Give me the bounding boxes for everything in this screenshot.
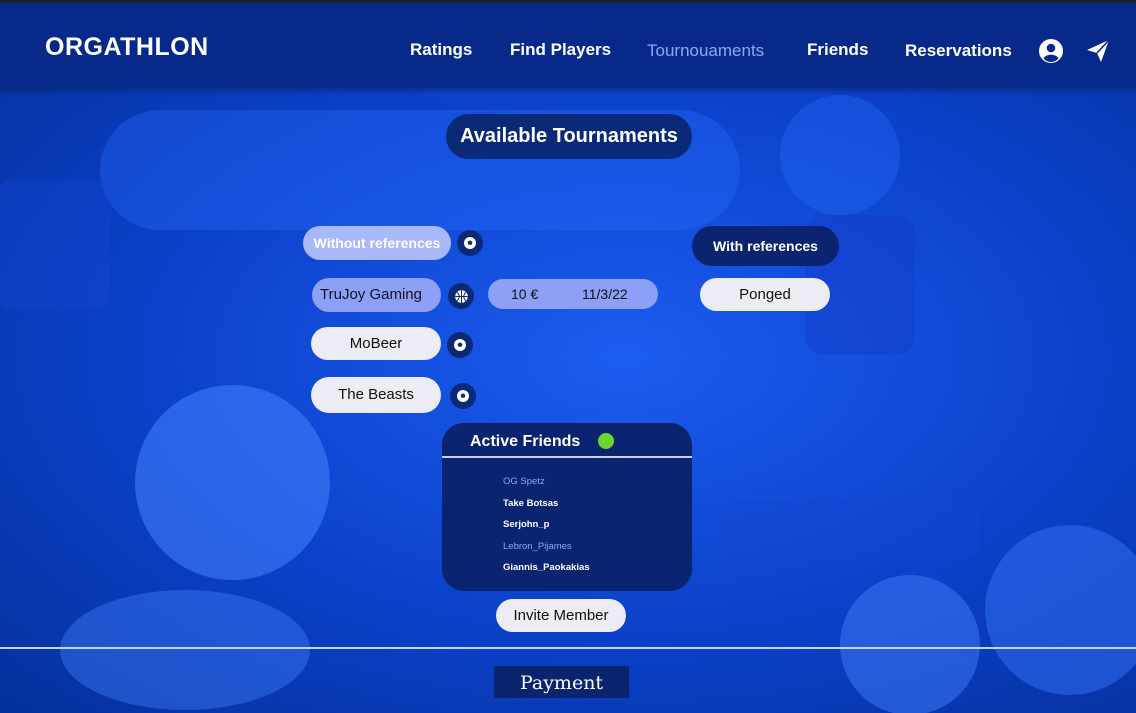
- friend-item[interactable]: Serjohn_p: [503, 519, 549, 530]
- without-references-filter[interactable]: Without references: [303, 226, 451, 260]
- tournament-date: 11/3/22: [582, 286, 628, 302]
- selected-tournament-info: 10 € 11/3/22: [488, 279, 658, 309]
- page-title: Available Tournaments: [446, 114, 692, 159]
- soccer-ball-icon[interactable]: [457, 230, 483, 256]
- send-icon[interactable]: [1085, 38, 1111, 64]
- tournament-ponged[interactable]: Ponged: [700, 278, 830, 311]
- tournament-trujoy-gaming[interactable]: TruJoy Gaming: [312, 278, 441, 312]
- brand-logo[interactable]: ORGATHLON: [45, 33, 209, 62]
- nav-find-players[interactable]: Find Players: [510, 40, 611, 60]
- tournament-mobeer[interactable]: MoBeer: [311, 327, 441, 360]
- friend-item[interactable]: Giannis_Paokakias: [503, 562, 590, 573]
- active-friends-title: Active Friends: [470, 433, 581, 450]
- top-navigation-bar: ORGATHLON Ratings Find Players Tournouam…: [0, 0, 1136, 88]
- payment-button[interactable]: Payment: [494, 666, 629, 698]
- tournament-price: 10 €: [511, 286, 539, 302]
- soccer-ball-icon[interactable]: [450, 383, 476, 409]
- divider: [0, 647, 1136, 649]
- divider: [442, 456, 692, 458]
- active-friends-panel: Active Friends OG Spetz Take Botsas Serj…: [442, 423, 692, 591]
- basketball-icon[interactable]: [448, 283, 474, 309]
- friend-item[interactable]: Lebron_Pijames: [503, 541, 572, 552]
- soccer-ball-icon[interactable]: [447, 332, 473, 358]
- nav-friends[interactable]: Friends: [807, 40, 868, 60]
- nav-tournaments[interactable]: Tournouaments: [647, 41, 764, 61]
- nav-ratings[interactable]: Ratings: [410, 40, 472, 60]
- tournament-the-beasts[interactable]: The Beasts: [311, 377, 441, 413]
- nav-reservations[interactable]: Reservations: [905, 41, 1012, 61]
- invite-member-button[interactable]: Invite Member: [496, 599, 626, 632]
- friend-item[interactable]: OG Spetz: [503, 476, 545, 487]
- online-status-dot: [598, 433, 614, 449]
- with-references-filter[interactable]: With references: [692, 226, 839, 266]
- friend-item[interactable]: Take Botsas: [503, 498, 558, 509]
- account-circle-icon[interactable]: [1038, 38, 1064, 64]
